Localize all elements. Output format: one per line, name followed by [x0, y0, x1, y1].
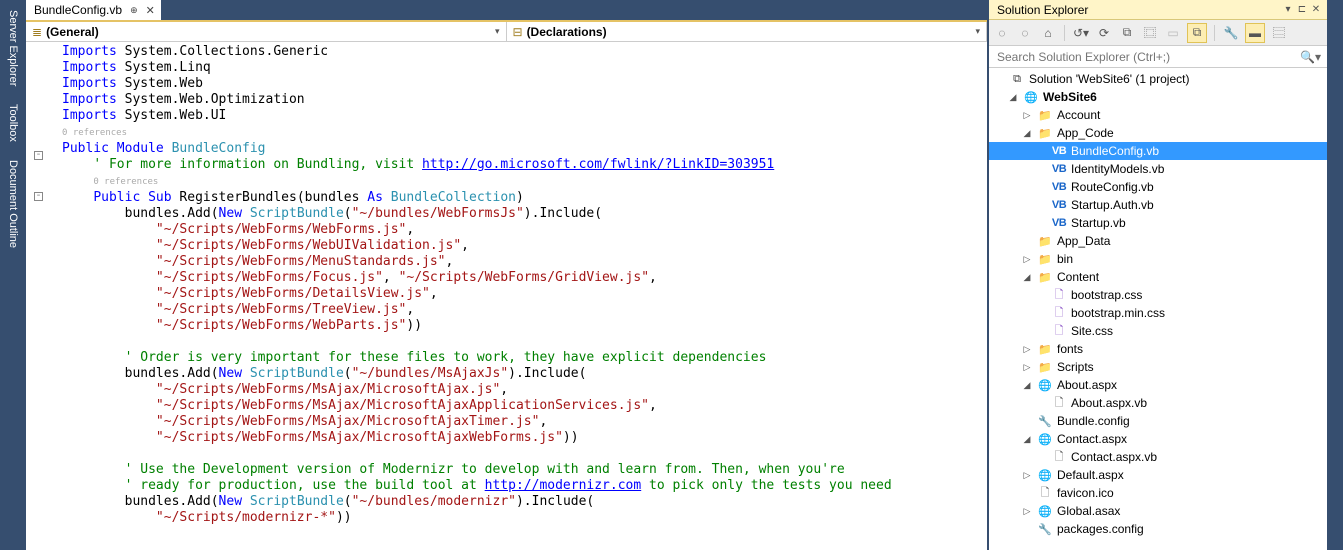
file-default-aspx[interactable]: ▷🌐Default.aspx: [989, 466, 1327, 484]
tab-title: BundleConfig.vb: [34, 3, 122, 17]
editor-tabstrip: BundleConfig.vb ⊕ ✕: [26, 0, 987, 20]
folder-fonts[interactable]: ▷📁fonts: [989, 340, 1327, 358]
close-icon[interactable]: ✕: [146, 4, 155, 17]
folder-bin[interactable]: ▷📁bin: [989, 250, 1327, 268]
autohide-icon[interactable]: ⊏: [1295, 4, 1309, 15]
file-site-css[interactable]: 🗋Site.css: [989, 322, 1327, 340]
collapse-all-button[interactable]: ⧉: [1118, 24, 1136, 42]
tab-bundleconfig[interactable]: BundleConfig.vb ⊕ ✕: [26, 0, 161, 20]
folder-content[interactable]: ◢📁Content: [989, 268, 1327, 286]
chevron-down-icon: ▾: [975, 26, 980, 37]
close-icon[interactable]: ✕: [1309, 4, 1323, 15]
members-dropdown[interactable]: ⊟ (Declarations) ▾: [507, 22, 988, 41]
right-rail: [1327, 0, 1343, 550]
file-about-aspx-vb[interactable]: 🗋About.aspx.vb: [989, 394, 1327, 412]
sync-button[interactable]: ↺▾: [1072, 24, 1090, 42]
folder-account[interactable]: ▷📁Account: [989, 106, 1327, 124]
file-about-aspx[interactable]: ◢🌐About.aspx: [989, 376, 1327, 394]
project-node[interactable]: ◢🌐WebSite6: [989, 88, 1327, 106]
scope-dropdown[interactable]: ≣ (General) ▾: [26, 22, 507, 41]
view-button[interactable]: ⿳: [1270, 24, 1288, 42]
left-sidebar-rail: Server Explorer Toolbox Document Outline: [0, 0, 26, 550]
file-packages-config[interactable]: 🔧packages.config: [989, 520, 1327, 538]
preview-button[interactable]: ▭: [1164, 24, 1182, 42]
toggle-button[interactable]: ▬: [1245, 23, 1265, 43]
file-identitymodels[interactable]: VBIdentityModels.vb: [989, 160, 1327, 178]
server-explorer-tab[interactable]: Server Explorer: [7, 10, 19, 86]
home-button[interactable]: ⌂: [1039, 24, 1057, 42]
nest-button[interactable]: ⧉: [1187, 23, 1207, 43]
file-bootstrap-css[interactable]: 🗋bootstrap.css: [989, 286, 1327, 304]
file-global-asax[interactable]: ▷🌐Global.asax: [989, 502, 1327, 520]
solution-search[interactable]: 🔍▾: [989, 46, 1327, 68]
file-startupauth[interactable]: VBStartup.Auth.vb: [989, 196, 1327, 214]
solution-explorer-panel: Solution Explorer ▾ ⊏ ✕ ◌ ◌ ⌂ ↺▾ ⟳ ⧉ ⿴ ▭…: [987, 0, 1327, 550]
solution-toolbar: ◌ ◌ ⌂ ↺▾ ⟳ ⧉ ⿴ ▭ ⧉ 🔧 ▬ ⿳: [989, 20, 1327, 46]
file-contact-aspx-vb[interactable]: 🗋Contact.aspx.vb: [989, 448, 1327, 466]
file-bundle-config[interactable]: 🔧Bundle.config: [989, 412, 1327, 430]
file-routeconfig[interactable]: VBRouteConfig.vb: [989, 178, 1327, 196]
file-favicon[interactable]: 🗋favicon.ico: [989, 484, 1327, 502]
search-icon[interactable]: 🔍▾: [1300, 50, 1321, 64]
folder-appcode[interactable]: ◢📁App_Code: [989, 124, 1327, 142]
solution-node[interactable]: ⧉Solution 'WebSite6' (1 project): [989, 70, 1327, 88]
back-button[interactable]: ◌: [993, 24, 1011, 42]
solution-tree[interactable]: ⧉Solution 'WebSite6' (1 project) ◢🌐WebSi…: [989, 68, 1327, 550]
file-bootstrap-min-css[interactable]: 🗋bootstrap.min.css: [989, 304, 1327, 322]
editor-area: BundleConfig.vb ⊕ ✕ ≣ (General) ▾ ⊟ (Dec…: [26, 0, 987, 550]
code-editor[interactable]: - - Imports System.Collections.Generic I…: [26, 42, 987, 550]
show-all-button[interactable]: ⿴: [1141, 24, 1159, 42]
pin-icon[interactable]: ⊕: [130, 5, 138, 16]
chevron-down-icon: ▾: [495, 26, 500, 37]
refresh-button[interactable]: ⟳: [1095, 24, 1113, 42]
panel-title: Solution Explorer: [997, 3, 1281, 17]
forward-button[interactable]: ◌: [1016, 24, 1034, 42]
file-bundleconfig[interactable]: VBBundleConfig.vb: [989, 142, 1327, 160]
properties-button[interactable]: 🔧: [1222, 24, 1240, 42]
toolbox-tab[interactable]: Toolbox: [7, 104, 19, 142]
members-label: (Declarations): [527, 25, 607, 39]
search-input[interactable]: [995, 49, 1300, 65]
window-position-icon[interactable]: ▾: [1281, 4, 1295, 15]
folder-scripts[interactable]: ▷📁Scripts: [989, 358, 1327, 376]
file-startup[interactable]: VBStartup.vb: [989, 214, 1327, 232]
editor-nav-dropdowns: ≣ (General) ▾ ⊟ (Declarations) ▾: [26, 20, 987, 42]
scope-label: (General): [46, 25, 99, 39]
document-outline-tab[interactable]: Document Outline: [7, 160, 19, 248]
file-contact-aspx[interactable]: ◢🌐Contact.aspx: [989, 430, 1327, 448]
folder-appdata[interactable]: 📁App_Data: [989, 232, 1327, 250]
solution-explorer-header: Solution Explorer ▾ ⊏ ✕: [989, 0, 1327, 20]
